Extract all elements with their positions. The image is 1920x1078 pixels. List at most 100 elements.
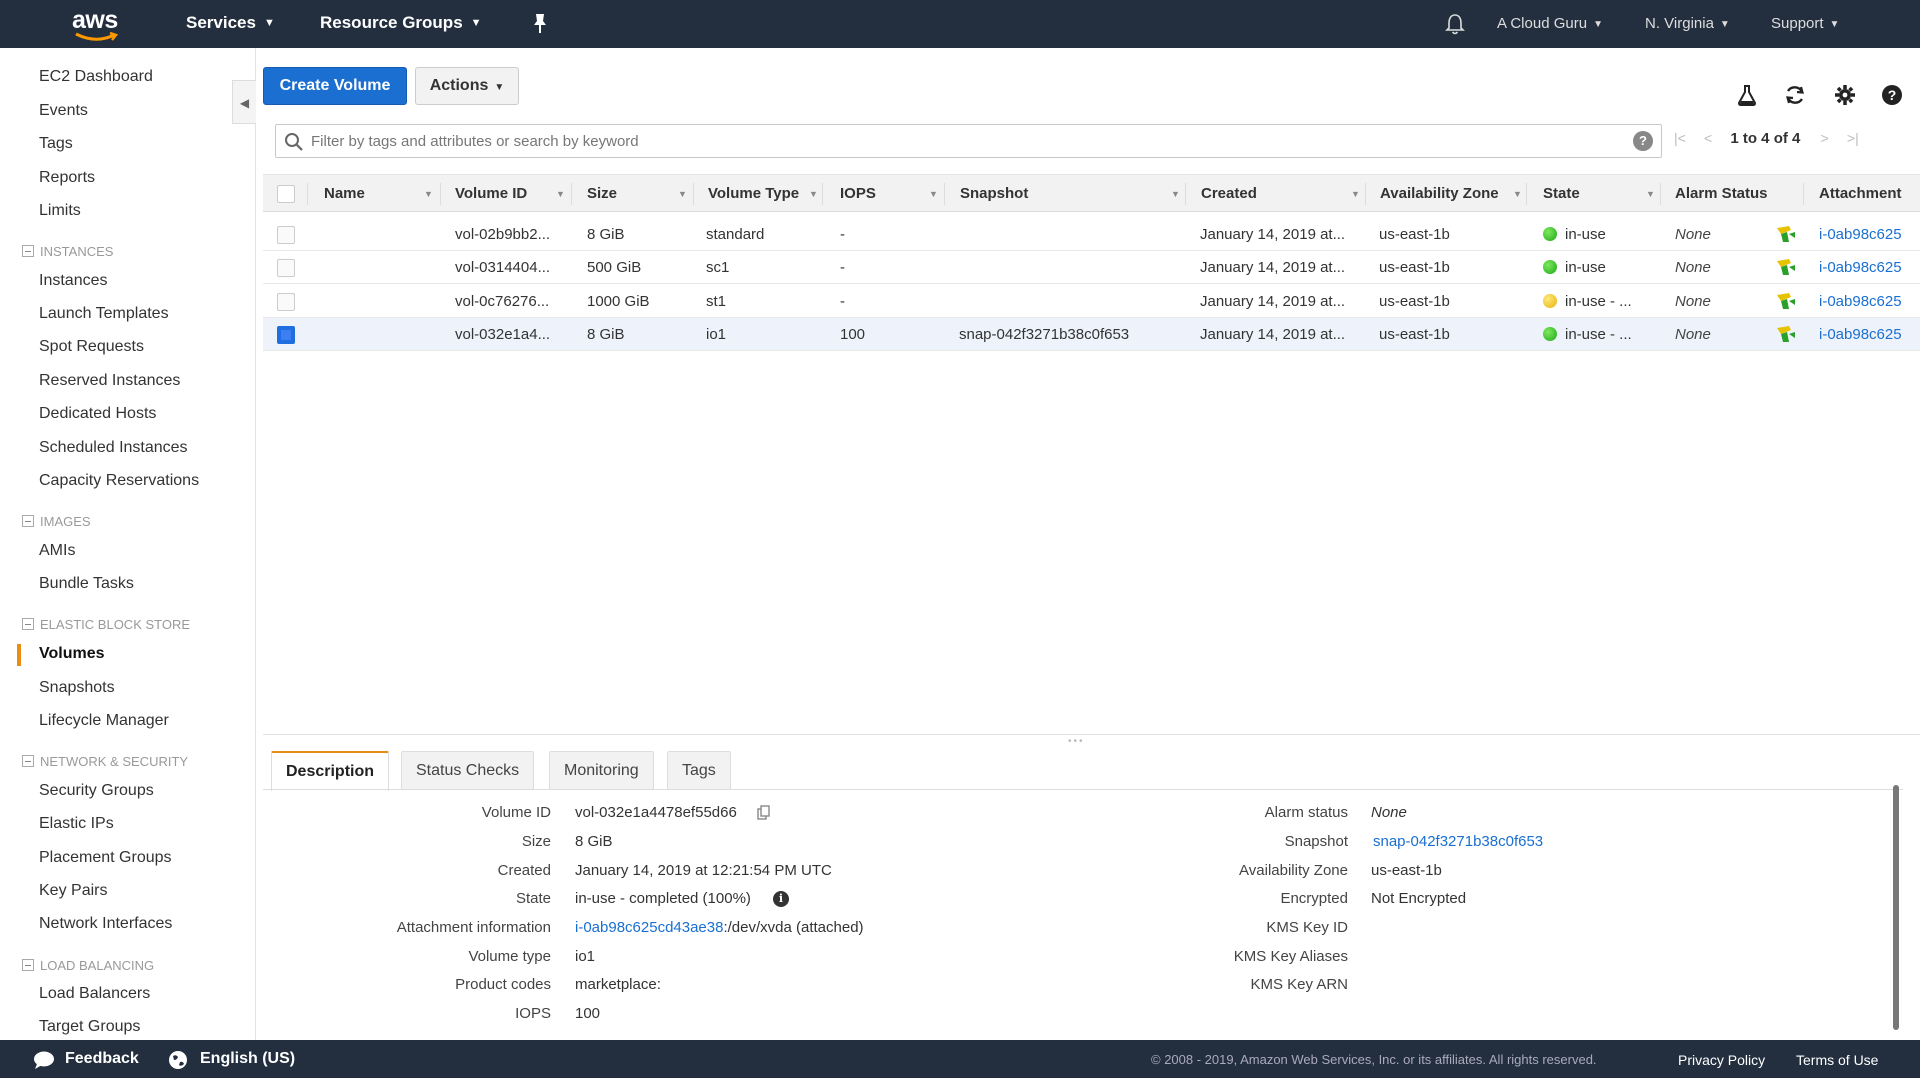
table-row[interactable]: vol-0314404... 500 GiB sc1 - January 14,… xyxy=(263,251,1920,284)
last-page-icon[interactable]: >| xyxy=(1847,130,1859,146)
sidebar-item-launch-templates[interactable]: Launch Templates xyxy=(39,305,169,323)
sidebar-item-dedicated-hosts[interactable]: Dedicated Hosts xyxy=(39,405,156,423)
column-header-availability-zone[interactable]: Availability Zone xyxy=(1380,185,1499,202)
aws-logo[interactable]: aws xyxy=(72,6,124,42)
next-page-icon[interactable]: > xyxy=(1821,130,1829,146)
sidebar-section-load-balancing[interactable]: LOAD BALANCING xyxy=(22,958,154,973)
attachment-instance-link[interactable]: i-0ab98c625cd43ae38 xyxy=(575,919,723,936)
refresh-icon[interactable] xyxy=(1784,84,1806,106)
column-header-name[interactable]: Name xyxy=(324,185,365,202)
sidebar-collapse-button[interactable]: ◀ xyxy=(232,80,256,124)
splitter-grip-icon[interactable]: ••• xyxy=(1068,736,1085,747)
cell-attachment-link[interactable]: i-0ab98c625 xyxy=(1819,226,1902,243)
sidebar-item-network-interfaces[interactable]: Network Interfaces xyxy=(39,915,172,933)
pane-splitter[interactable] xyxy=(263,734,1920,735)
sidebar-item-volumes[interactable]: Volumes xyxy=(39,645,105,663)
copy-icon[interactable] xyxy=(757,805,771,821)
cell-attachment-link[interactable]: i-0ab98c625 xyxy=(1819,293,1902,310)
detail-value-snapshot-link[interactable]: snap-042f3271b38c0f653 xyxy=(1373,833,1543,850)
region-menu[interactable]: N. Virginia ▼ xyxy=(1645,15,1730,32)
tab-monitoring[interactable]: Monitoring xyxy=(549,751,654,789)
sort-icon[interactable]: ▼ xyxy=(556,189,565,199)
sidebar-section-instances[interactable]: INSTANCES xyxy=(22,244,113,259)
column-header-snapshot[interactable]: Snapshot xyxy=(960,185,1028,202)
column-header-created[interactable]: Created xyxy=(1201,185,1257,202)
info-icon[interactable]: i xyxy=(772,891,789,907)
row-checkbox-checked[interactable] xyxy=(277,326,295,344)
flask-icon[interactable] xyxy=(1737,84,1757,106)
sidebar-item-snapshots[interactable]: Snapshots xyxy=(39,679,115,697)
select-all-checkbox[interactable] xyxy=(277,185,295,203)
tab-tags[interactable]: Tags xyxy=(667,751,731,789)
sidebar-item-reports[interactable]: Reports xyxy=(39,169,95,187)
sidebar-item-ec2-dashboard[interactable]: EC2 Dashboard xyxy=(39,68,153,86)
sort-icon[interactable]: ▼ xyxy=(809,189,818,199)
sort-icon[interactable]: ▼ xyxy=(424,189,433,199)
sort-icon[interactable]: ▼ xyxy=(1171,189,1180,199)
cell-attachment-link[interactable]: i-0ab98c625 xyxy=(1819,259,1902,276)
sidebar-item-reserved-instances[interactable]: Reserved Instances xyxy=(39,372,180,390)
prev-page-icon[interactable]: < xyxy=(1704,130,1712,146)
sidebar-item-limits[interactable]: Limits xyxy=(39,202,81,220)
privacy-policy-link[interactable]: Privacy Policy xyxy=(1678,1052,1765,1068)
sidebar-item-security-groups[interactable]: Security Groups xyxy=(39,782,154,800)
sidebar-item-target-groups[interactable]: Target Groups xyxy=(39,1018,140,1036)
column-header-size[interactable]: Size xyxy=(587,185,617,202)
feedback-link[interactable]: Feedback xyxy=(65,1050,139,1068)
gear-icon[interactable] xyxy=(1834,84,1856,106)
sidebar-item-bundle-tasks[interactable]: Bundle Tasks xyxy=(39,575,134,593)
account-menu[interactable]: A Cloud Guru ▼ xyxy=(1497,15,1603,32)
detail-scrollbar[interactable] xyxy=(1893,785,1899,1030)
search-input[interactable]: Filter by tags and attributes or search … xyxy=(311,133,639,150)
support-menu[interactable]: Support ▼ xyxy=(1771,15,1839,32)
column-header-iops[interactable]: IOPS xyxy=(840,185,876,202)
create-alarm-icon[interactable] xyxy=(1775,324,1797,344)
services-menu[interactable]: Services ▼ xyxy=(186,13,275,33)
filter-help-icon[interactable]: ? xyxy=(1633,131,1653,151)
column-header-volume-id[interactable]: Volume ID xyxy=(455,185,527,202)
row-checkbox[interactable] xyxy=(277,259,295,277)
table-row-selected[interactable]: vol-032e1a4... 8 GiB io1 100 snap-042f32… xyxy=(263,318,1920,351)
column-header-alarm-status[interactable]: Alarm Status xyxy=(1675,185,1768,202)
create-alarm-icon[interactable] xyxy=(1775,291,1797,311)
actions-button[interactable]: Actions ▼ xyxy=(415,67,519,105)
terms-of-use-link[interactable]: Terms of Use xyxy=(1796,1052,1878,1068)
sort-icon[interactable]: ▼ xyxy=(1513,189,1522,199)
sidebar-item-key-pairs[interactable]: Key Pairs xyxy=(39,882,107,900)
sidebar-item-lifecycle-manager[interactable]: Lifecycle Manager xyxy=(39,712,169,730)
create-alarm-icon[interactable] xyxy=(1775,257,1797,277)
column-header-attachment[interactable]: Attachment xyxy=(1819,185,1902,202)
sidebar-section-network-security[interactable]: NETWORK & SECURITY xyxy=(22,754,188,769)
first-page-icon[interactable]: |< xyxy=(1674,130,1686,146)
sidebar-item-placement-groups[interactable]: Placement Groups xyxy=(39,849,172,867)
table-row[interactable]: vol-0c76276... 1000 GiB st1 - January 14… xyxy=(263,285,1920,318)
row-checkbox[interactable] xyxy=(277,226,295,244)
tab-status-checks[interactable]: Status Checks xyxy=(401,751,535,789)
sidebar-item-events[interactable]: Events xyxy=(39,102,88,120)
sort-icon[interactable]: ▼ xyxy=(678,189,687,199)
column-header-state[interactable]: State xyxy=(1543,185,1580,202)
bell-icon[interactable] xyxy=(1445,13,1465,35)
sidebar-item-scheduled-instances[interactable]: Scheduled Instances xyxy=(39,439,188,457)
sidebar-section-images[interactable]: IMAGES xyxy=(22,514,91,529)
pin-icon[interactable] xyxy=(532,12,548,34)
create-alarm-icon[interactable] xyxy=(1775,224,1797,244)
help-icon[interactable]: ? xyxy=(1881,84,1903,106)
sidebar-item-spot-requests[interactable]: Spot Requests xyxy=(39,338,144,356)
resource-groups-menu[interactable]: Resource Groups ▼ xyxy=(320,13,482,33)
sort-icon[interactable]: ▼ xyxy=(929,189,938,199)
row-checkbox[interactable] xyxy=(277,293,295,311)
create-volume-button[interactable]: Create Volume xyxy=(263,67,407,105)
table-row[interactable]: vol-02b9bb2... 8 GiB standard - January … xyxy=(263,218,1920,251)
tab-description[interactable]: Description xyxy=(271,751,390,791)
column-header-volume-type[interactable]: Volume Type xyxy=(708,185,799,202)
sort-icon[interactable]: ▼ xyxy=(1351,189,1360,199)
sidebar-item-tags[interactable]: Tags xyxy=(39,135,73,153)
sidebar-item-elastic-ips[interactable]: Elastic IPs xyxy=(39,815,114,833)
sidebar-item-capacity-reservations[interactable]: Capacity Reservations xyxy=(39,472,199,490)
sort-icon[interactable]: ▼ xyxy=(1646,189,1655,199)
language-selector[interactable]: English (US) xyxy=(200,1050,295,1068)
sidebar-item-instances[interactable]: Instances xyxy=(39,272,107,290)
sidebar-item-amis[interactable]: AMIs xyxy=(39,542,75,560)
sidebar-section-elastic-block-store[interactable]: ELASTIC BLOCK STORE xyxy=(22,617,190,632)
